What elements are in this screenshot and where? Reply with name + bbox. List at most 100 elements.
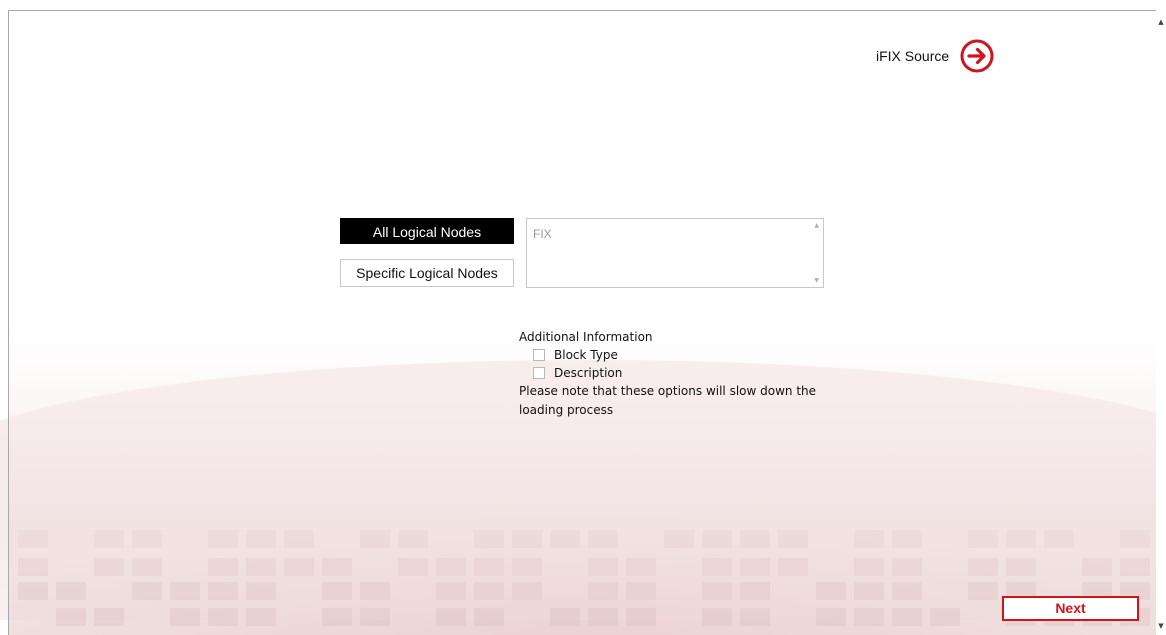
background-tile — [132, 558, 162, 576]
list-scroll-up-icon[interactable]: ▲ — [814, 222, 819, 229]
background-tile — [740, 530, 770, 548]
background-tile — [512, 558, 542, 576]
background-tile — [588, 530, 618, 548]
background-tile — [854, 530, 884, 548]
background-tile — [246, 582, 276, 600]
background-tile — [626, 608, 656, 626]
block-type-label: Block Type — [554, 348, 618, 362]
background-tile — [18, 558, 48, 576]
background-tile — [778, 530, 808, 548]
background-tile — [854, 582, 884, 600]
background-tile — [284, 558, 314, 576]
background-tiles — [18, 530, 1150, 635]
background-tile — [892, 608, 922, 626]
block-type-option[interactable]: Block Type — [519, 346, 849, 364]
source-label: iFIX Source — [876, 48, 950, 64]
source-link[interactable]: iFIX Source — [876, 38, 995, 74]
background-tile — [892, 582, 922, 600]
background-tile — [208, 530, 238, 548]
specific-logical-nodes-button[interactable]: Specific Logical Nodes — [340, 259, 514, 287]
background-tile — [170, 582, 200, 600]
list-item[interactable]: FIX — [533, 227, 552, 241]
background-tile — [702, 582, 732, 600]
background-tile — [208, 608, 238, 626]
background-tile — [474, 582, 504, 600]
background-tile — [1120, 558, 1150, 576]
list-scroll-down-icon[interactable]: ▼ — [814, 277, 819, 284]
wizard-window: ▲ ▼ iFIX Source All Logical Nodes Specif… — [0, 0, 1166, 635]
background-tile — [892, 558, 922, 576]
background-tile — [702, 530, 732, 548]
background-tile — [550, 530, 580, 548]
background-tile — [132, 530, 162, 548]
additional-info-title: Additional Information — [519, 330, 653, 344]
background-tile — [740, 582, 770, 600]
background-tile — [1082, 558, 1112, 576]
additional-info-section: Additional Information Block Type Descri… — [519, 329, 849, 420]
background-tile — [1044, 530, 1074, 548]
background-tile — [588, 582, 618, 600]
background-tile — [626, 558, 656, 576]
all-logical-nodes-button[interactable]: All Logical Nodes — [340, 218, 514, 244]
background-tile — [94, 558, 124, 576]
background-tile — [436, 608, 466, 626]
background-tile — [474, 558, 504, 576]
description-checkbox[interactable] — [533, 367, 545, 379]
background-tile — [512, 530, 542, 548]
background-tile — [208, 582, 238, 600]
next-button[interactable]: Next — [1002, 596, 1139, 621]
background-tile — [208, 558, 238, 576]
logical-node-list[interactable]: FIX ▲ ▼ — [526, 218, 824, 288]
background-tile — [284, 530, 314, 548]
scroll-up-arrow-icon[interactable]: ▲ — [1156, 18, 1166, 26]
background-tile — [816, 582, 846, 600]
vertical-scrollbar[interactable]: ▲ ▼ — [1156, 10, 1166, 635]
background-tile — [474, 530, 504, 548]
background-tile — [246, 558, 276, 576]
background-tile — [740, 608, 770, 626]
background-tile — [56, 582, 86, 600]
window-border-top — [8, 10, 1156, 11]
background-tile — [968, 558, 998, 576]
description-option[interactable]: Description — [519, 364, 849, 382]
background-tile — [778, 558, 808, 576]
background-tile — [398, 558, 428, 576]
background-tile — [892, 530, 922, 548]
background-tile — [854, 558, 884, 576]
background-tile — [1006, 558, 1036, 576]
background-tile — [702, 558, 732, 576]
background-tile — [360, 582, 390, 600]
background-tile — [854, 608, 884, 626]
background-tile — [968, 530, 998, 548]
arrow-right-circle-icon[interactable] — [959, 38, 995, 74]
scroll-down-arrow-icon[interactable]: ▼ — [1156, 622, 1166, 630]
background-tile — [550, 608, 580, 626]
background-tile — [360, 530, 390, 548]
background-tile — [740, 558, 770, 576]
background-tile — [930, 608, 960, 626]
background-tile — [702, 608, 732, 626]
background-tile — [626, 582, 656, 600]
window-border-left — [8, 10, 9, 635]
background-tile — [94, 530, 124, 548]
background-tile — [322, 608, 352, 626]
block-type-checkbox[interactable] — [533, 349, 545, 361]
background-tile — [132, 582, 162, 600]
background-tile — [588, 558, 618, 576]
background-tile — [436, 558, 466, 576]
background-tile — [18, 582, 48, 600]
background-tile — [474, 608, 504, 626]
background-tile — [1120, 530, 1150, 548]
description-label: Description — [554, 366, 623, 380]
background-tile — [322, 582, 352, 600]
background-tile — [170, 608, 200, 626]
background-tile — [816, 608, 846, 626]
background-tile — [246, 530, 276, 548]
background-tile — [436, 582, 466, 600]
background-tile — [56, 608, 86, 626]
background-tile — [322, 558, 352, 576]
background-tile — [398, 530, 428, 548]
background-tile — [968, 582, 998, 600]
background-tile — [1006, 530, 1036, 548]
background-tile — [246, 608, 276, 626]
